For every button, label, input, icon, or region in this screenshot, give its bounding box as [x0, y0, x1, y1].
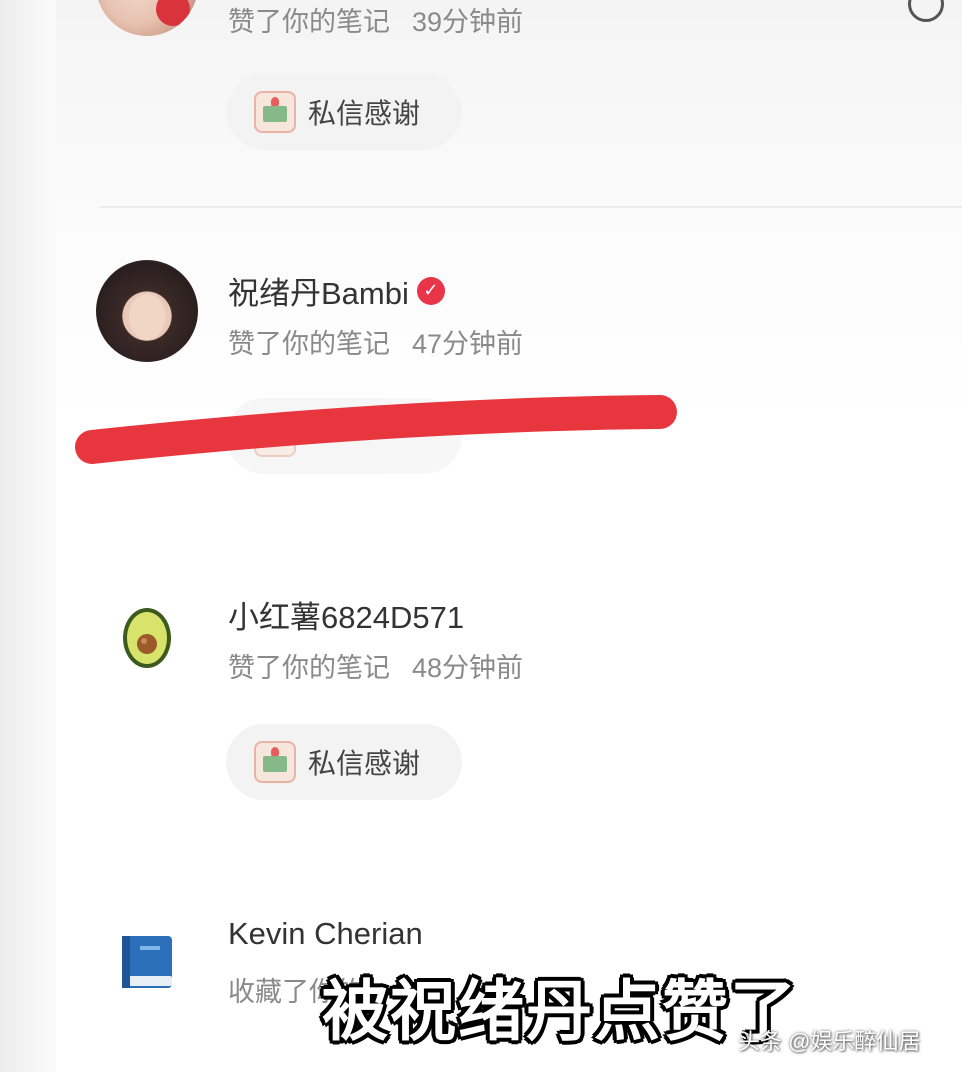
video-caption: 被祝绪丹点赞了: [322, 973, 798, 1050]
red-highlight-stroke: [75, 395, 677, 464]
watermark: 头条 @娱乐醉仙居: [738, 1029, 921, 1054]
